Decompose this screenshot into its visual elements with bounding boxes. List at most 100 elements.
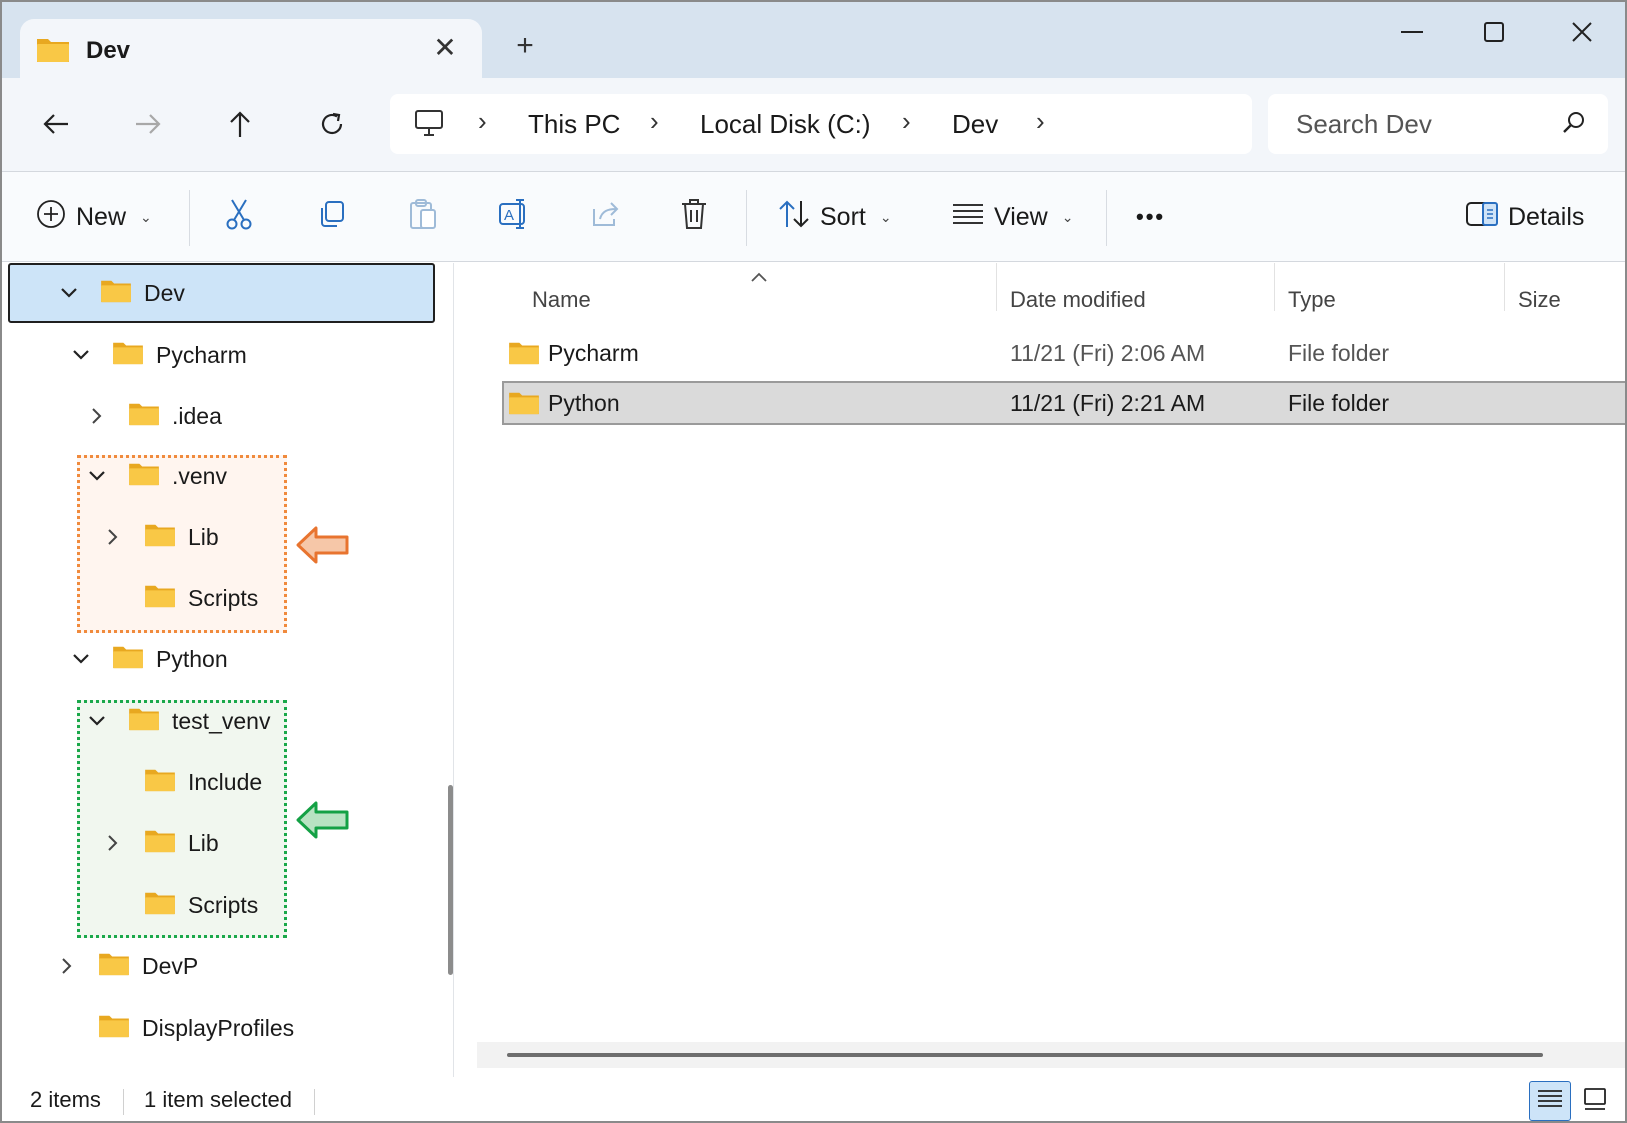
column-header-date-modified[interactable]: Date modified [1010, 287, 1146, 313]
tree-item-include[interactable]: Include [144, 753, 262, 811]
chevron-right-icon[interactable] [82, 407, 112, 425]
up-arrow-icon[interactable] [216, 100, 264, 148]
chevron-down-icon[interactable] [66, 349, 96, 361]
back-arrow-icon[interactable] [32, 100, 80, 148]
tree-item-label: Python [156, 645, 228, 672]
copy-icon [316, 199, 346, 236]
search-icon[interactable] [1562, 111, 1586, 140]
tree-item-label: Scripts [188, 584, 259, 611]
chevron-down-icon: ⌄ [879, 208, 892, 225]
tree-item-python[interactable]: Python [66, 630, 228, 688]
tab-bar: Dev ✕ + [2, 2, 1625, 79]
more-options-button[interactable]: ••• [1136, 192, 1165, 242]
folder-icon [144, 766, 176, 798]
tree-item-dev[interactable]: Dev [8, 263, 435, 323]
rename-button[interactable]: A [498, 192, 530, 242]
maximize-button[interactable] [1464, 12, 1524, 52]
details-pane-icon [1466, 201, 1498, 234]
tree-item-test-venv-scripts[interactable]: Scripts [144, 876, 258, 934]
tree-item-pycharm[interactable]: Pycharm [66, 326, 247, 384]
tree-item-label: test_venv [172, 707, 271, 734]
sort-button[interactable]: Sort ⌄ [778, 192, 892, 242]
column-divider[interactable] [1274, 263, 1275, 311]
chevron-right-icon[interactable]: › [902, 106, 911, 137]
file-date-modified: 11/21 (Fri) 2:06 AM [1010, 340, 1206, 366]
paste-icon [408, 198, 438, 237]
command-divider [746, 190, 747, 246]
tree-item-venv-lib[interactable]: Lib [98, 508, 219, 566]
large-icons-view-toggle[interactable] [1574, 1081, 1616, 1121]
details-pane-button[interactable]: Details [1466, 192, 1584, 242]
scrollbar-thumb[interactable] [507, 1053, 1543, 1057]
folder-icon [98, 950, 130, 982]
close-window-button[interactable] [1552, 12, 1612, 52]
chevron-down-icon[interactable] [82, 715, 112, 727]
search-input[interactable] [1296, 106, 1546, 142]
tree-item-devp[interactable]: DevP [52, 937, 198, 995]
status-bar: 2 items 1 item selected [2, 1077, 1625, 1121]
breadcrumb-this-pc[interactable]: This PC [528, 109, 620, 140]
chevron-down-icon[interactable] [66, 653, 96, 665]
command-divider [189, 190, 190, 246]
file-row-pycharm[interactable]: Pycharm 11/21 (Fri) 2:06 AM File folder [502, 331, 1625, 375]
more-options-icon: ••• [1136, 204, 1166, 229]
folder-icon [144, 521, 176, 553]
chevron-right-icon[interactable] [98, 834, 128, 852]
column-header-type[interactable]: Type [1288, 287, 1336, 313]
nav-pane-scrollbar[interactable] [448, 785, 453, 975]
new-button[interactable]: New ⌄ [36, 192, 152, 242]
close-tab-icon[interactable]: ✕ [428, 31, 462, 65]
minimize-button[interactable] [1382, 12, 1442, 52]
file-name: Pycharm [548, 340, 639, 366]
chevron-right-icon[interactable]: › [650, 106, 659, 137]
chevron-right-icon[interactable] [98, 528, 128, 546]
file-type: File folder [1288, 340, 1389, 366]
sort-label: Sort [820, 202, 866, 231]
column-header-size[interactable]: Size [1518, 287, 1561, 313]
tree-item-idea[interactable]: .idea [82, 387, 222, 445]
paste-button[interactable] [408, 192, 438, 242]
chevron-down-icon[interactable] [82, 470, 112, 482]
tree-item-displayprofiles[interactable]: DisplayProfiles [98, 999, 294, 1057]
tree-item-label: Include [188, 768, 263, 795]
delete-button[interactable] [680, 192, 708, 242]
column-divider[interactable] [1504, 263, 1505, 311]
horizontal-scrollbar[interactable] [477, 1042, 1625, 1068]
details-view-toggle[interactable] [1529, 1081, 1571, 1121]
tree-item-venv[interactable]: .venv [82, 447, 227, 505]
column-divider[interactable] [996, 263, 997, 311]
folder-icon [100, 277, 132, 309]
tree-item-label: Scripts [188, 891, 259, 918]
status-divider [123, 1089, 124, 1115]
chevron-down-icon[interactable] [54, 287, 84, 299]
forward-arrow-icon[interactable] [124, 100, 172, 148]
breadcrumb-dev[interactable]: Dev [952, 109, 998, 140]
tab-dev[interactable]: Dev ✕ [20, 19, 482, 79]
chevron-right-icon[interactable] [52, 957, 82, 975]
tree-item-venv-scripts[interactable]: Scripts [144, 569, 258, 627]
file-date-modified: 11/21 (Fri) 2:21 AM [1010, 390, 1206, 416]
chevron-down-icon: ⌄ [140, 208, 152, 225]
folder-icon [112, 339, 144, 371]
breadcrumb-local-disk[interactable]: Local Disk (C:) [700, 109, 870, 140]
folder-icon [36, 35, 70, 68]
copy-button[interactable] [316, 192, 346, 242]
chevron-right-icon[interactable]: › [1036, 106, 1045, 137]
file-list-pane: Name Date modified Type Size Pycharm 11/… [472, 263, 1625, 1043]
address-bar[interactable]: › This PC › Local Disk (C:) › Dev › [390, 94, 1252, 154]
tree-item-test-venv-lib[interactable]: Lib [98, 814, 219, 872]
new-tab-button[interactable]: + [507, 28, 543, 64]
folder-icon [128, 705, 160, 737]
column-header-name[interactable]: Name [532, 287, 591, 313]
svg-text:A: A [504, 207, 514, 224]
file-row-python[interactable]: Python 11/21 (Fri) 2:21 AM File folder [502, 381, 1625, 425]
cut-button[interactable] [224, 192, 254, 242]
refresh-icon[interactable] [308, 100, 356, 148]
tree-item-test-venv[interactable]: test_venv [82, 692, 270, 750]
view-button[interactable]: View ⌄ [952, 192, 1073, 242]
share-button[interactable] [590, 192, 622, 242]
status-divider [314, 1089, 315, 1115]
search-box[interactable] [1268, 94, 1608, 154]
file-explorer-window: Dev ✕ + › This PC › Local Disk (C:) › De… [0, 0, 1627, 1123]
computer-icon [414, 108, 444, 143]
